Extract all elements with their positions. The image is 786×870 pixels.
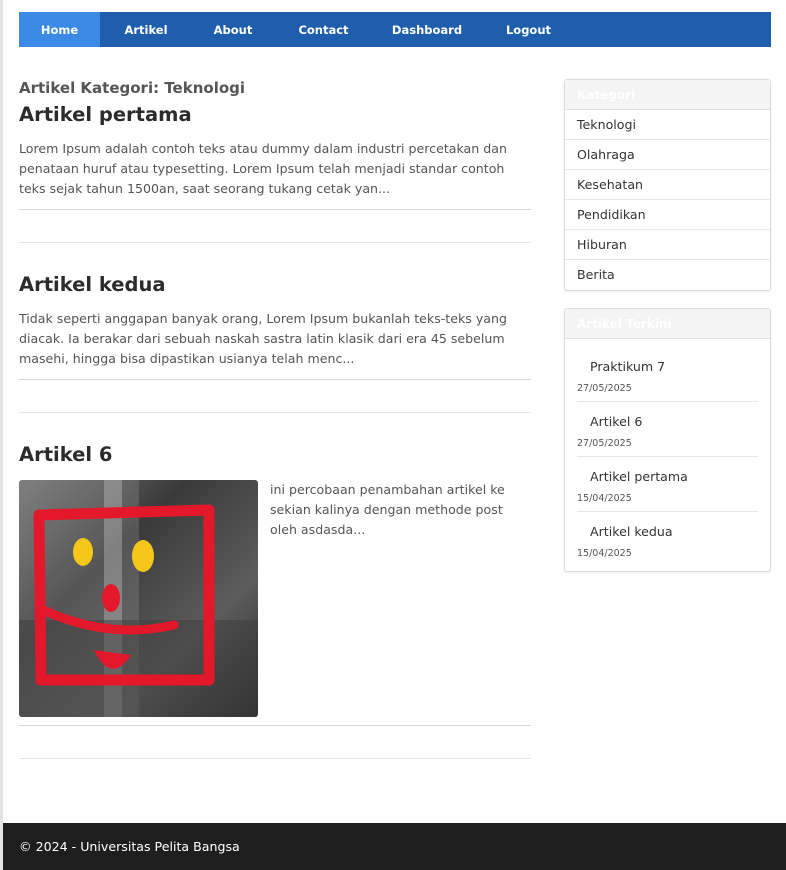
article-divider bbox=[19, 379, 531, 380]
recent-article-date: 15/04/2025 bbox=[577, 493, 632, 504]
article-item: Artikel kedua Tidak seperti anggapan ban… bbox=[19, 272, 529, 369]
article-divider bbox=[19, 209, 531, 210]
article-excerpt: ini percobaan penambahan artikel ke seki… bbox=[270, 482, 505, 537]
recent-article-item: Artikel pertama 15/04/2025 bbox=[577, 457, 758, 512]
nav-artikel[interactable]: Artikel bbox=[100, 12, 192, 47]
article-excerpt: Lorem Ipsum adalah contoh teks atau dumm… bbox=[19, 141, 507, 196]
nav-dashboard[interactable]: Dashboard bbox=[373, 12, 481, 47]
recent-articles-panel: Artikel Terkini Praktikum 7 27/05/2025 A… bbox=[564, 308, 771, 572]
footer-copyright: © 2024 - Universitas Pelita Bangsa bbox=[19, 839, 240, 854]
recent-article-date: 27/05/2025 bbox=[577, 438, 632, 449]
article-item: Artikel 6 bbox=[19, 442, 112, 468]
article-separator bbox=[19, 412, 531, 413]
recent-article-link[interactable]: Artikel 6 bbox=[577, 412, 758, 432]
nav-contact[interactable]: Contact bbox=[274, 12, 373, 47]
article-item: Artikel pertama Lorem Ipsum adalah conto… bbox=[19, 102, 529, 199]
article-divider bbox=[19, 725, 531, 726]
nav-home[interactable]: Home bbox=[19, 12, 100, 47]
article-separator bbox=[19, 758, 531, 759]
category-link[interactable]: Hiburan bbox=[565, 230, 770, 260]
recent-article-link[interactable]: Praktikum 7 bbox=[577, 357, 758, 377]
recent-article-link[interactable]: Artikel kedua bbox=[577, 522, 758, 542]
category-heading: Artikel Kategori: Teknologi bbox=[19, 79, 246, 97]
category-link[interactable]: Olahraga bbox=[565, 140, 770, 170]
category-link[interactable]: Berita bbox=[565, 260, 770, 290]
top-navbar: Home Artikel About Contact Dashboard Log… bbox=[19, 12, 771, 47]
recent-articles-heading: Artikel Terkini bbox=[565, 309, 770, 339]
article-title[interactable]: Artikel pertama bbox=[19, 102, 529, 128]
article-title[interactable]: Artikel 6 bbox=[19, 442, 112, 468]
recent-article-item: Praktikum 7 27/05/2025 bbox=[577, 347, 758, 402]
category-link[interactable]: Kesehatan bbox=[565, 170, 770, 200]
recent-article-date: 27/05/2025 bbox=[577, 383, 632, 394]
category-link[interactable]: Pendidikan bbox=[565, 200, 770, 230]
article-excerpt: Tidak seperti anggapan banyak orang, Lor… bbox=[19, 311, 507, 366]
category-link[interactable]: Teknologi bbox=[565, 110, 770, 140]
category-panel: Kategori Teknologi Olahraga Kesehatan Pe… bbox=[564, 79, 771, 291]
recent-article-item: Artikel kedua 15/04/2025 bbox=[577, 512, 758, 567]
nav-about[interactable]: About bbox=[192, 12, 274, 47]
recent-article-date: 15/04/2025 bbox=[577, 548, 632, 559]
nav-logout[interactable]: Logout bbox=[481, 12, 576, 47]
recent-article-item: Artikel 6 27/05/2025 bbox=[577, 402, 758, 457]
sidebar: Kategori Teknologi Olahraga Kesehatan Pe… bbox=[564, 79, 771, 572]
page-left-edge bbox=[0, 0, 3, 870]
article-thumbnail[interactable] bbox=[19, 480, 258, 717]
page-footer: © 2024 - Universitas Pelita Bangsa bbox=[3, 823, 786, 870]
category-panel-heading: Kategori bbox=[565, 80, 770, 110]
article-title[interactable]: Artikel kedua bbox=[19, 272, 529, 298]
recent-article-link[interactable]: Artikel pertama bbox=[577, 467, 758, 487]
article-separator bbox=[19, 242, 531, 243]
article-thumbnail-image bbox=[19, 480, 258, 717]
